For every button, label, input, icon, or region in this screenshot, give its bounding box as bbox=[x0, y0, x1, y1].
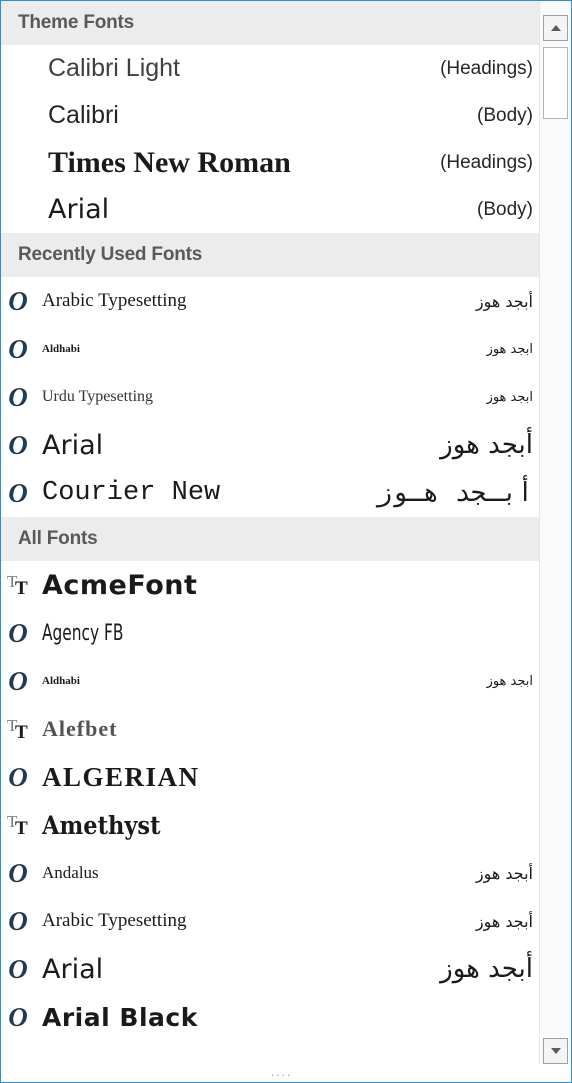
font-item-acmefont[interactable]: TT AcmeFont bbox=[1, 561, 539, 609]
font-role: (Headings) bbox=[440, 151, 533, 173]
font-name: Calibri Light bbox=[48, 54, 181, 82]
opentype-icon: O bbox=[8, 381, 28, 412]
theme-font-item-calibri[interactable]: Calibri (Body) bbox=[1, 92, 539, 139]
section-header-theme-fonts: Theme Fonts bbox=[1, 1, 539, 45]
opentype-icon: O bbox=[8, 953, 28, 984]
opentype-icon: O bbox=[8, 477, 28, 508]
opentype-icon: O bbox=[8, 857, 28, 888]
font-item-amethyst[interactable]: TT Amethyst bbox=[1, 801, 539, 849]
recent-font-item-aldhabi[interactable]: O Aldhabi ابجد هوز bbox=[1, 325, 539, 373]
font-role: (Body) bbox=[477, 198, 533, 220]
truetype-glyph-front: T bbox=[15, 818, 28, 839]
truetype-glyph-front: T bbox=[15, 578, 28, 599]
font-sample: أبجد هوز bbox=[475, 863, 533, 883]
font-list: Theme Fonts Calibri Light (Headings) Cal… bbox=[1, 1, 539, 1064]
recent-font-item-courier-new[interactable]: O Courier New أبـجد هـوز bbox=[1, 469, 539, 517]
font-name: Alefbet bbox=[42, 716, 118, 741]
arrow-down-icon bbox=[550, 1048, 561, 1054]
font-name: Amethyst bbox=[42, 810, 161, 840]
font-item-agency-fb[interactable]: O Agency FB bbox=[1, 609, 539, 657]
font-sample: ابجد هوز bbox=[486, 673, 533, 689]
font-sample: أبـجد هـوز bbox=[376, 478, 533, 509]
font-name: Agency FB bbox=[42, 620, 124, 646]
font-item-andalus[interactable]: O Andalus أبجد هوز bbox=[1, 849, 539, 897]
scroll-up-button[interactable] bbox=[543, 15, 568, 41]
font-role: (Body) bbox=[477, 104, 533, 126]
font-role: (Headings) bbox=[440, 57, 533, 79]
font-item-algerian[interactable]: O ALGERIAN bbox=[1, 753, 539, 801]
font-sample: ابجد هوز bbox=[486, 389, 533, 405]
font-name: Andalus bbox=[42, 863, 99, 882]
font-name: ALGERIAN bbox=[42, 761, 200, 792]
font-item-alefbet[interactable]: TT Alefbet bbox=[1, 705, 539, 753]
font-name: Arabic Typesetting bbox=[42, 910, 187, 931]
recent-font-item-arial[interactable]: O Arial أبجد هوز bbox=[1, 421, 539, 469]
font-item-arial-black[interactable]: O Arial Black bbox=[1, 993, 539, 1041]
font-name: AcmeFont bbox=[42, 569, 198, 601]
truetype-glyph-front: T bbox=[15, 722, 28, 743]
font-name: Arabic Typesetting bbox=[42, 290, 187, 311]
font-dropdown-panel: Theme Fonts Calibri Light (Headings) Cal… bbox=[0, 0, 572, 1083]
font-name: Arial bbox=[48, 194, 110, 225]
vertical-scrollbar[interactable] bbox=[539, 1, 571, 1064]
font-name: Calibri bbox=[48, 101, 119, 129]
resize-grip[interactable]: .... bbox=[271, 1066, 292, 1078]
truetype-icon: TT bbox=[7, 572, 29, 599]
font-sample: أبجد هوز bbox=[440, 954, 533, 984]
opentype-icon: O bbox=[8, 333, 28, 364]
font-item-aldhabi[interactable]: O Aldhabi ابجد هوز bbox=[1, 657, 539, 705]
scroll-down-button[interactable] bbox=[543, 1038, 568, 1064]
scroll-thumb[interactable] bbox=[543, 47, 568, 119]
font-name: Times New Roman bbox=[48, 145, 291, 179]
theme-font-item-arial[interactable]: Arial (Body) bbox=[1, 186, 539, 233]
opentype-icon: O bbox=[8, 617, 28, 648]
section-header-all-fonts: All Fonts bbox=[1, 517, 539, 561]
font-sample: أبجد هوز bbox=[475, 291, 533, 311]
font-item-arabic-typesetting[interactable]: O Arabic Typesetting أبجد هوز bbox=[1, 897, 539, 945]
font-name: Aldhabi bbox=[42, 675, 80, 687]
opentype-icon: O bbox=[8, 905, 28, 936]
recent-font-item-arabic-typesetting[interactable]: O Arabic Typesetting أبجد هوز bbox=[1, 277, 539, 325]
opentype-icon: O bbox=[8, 761, 28, 792]
opentype-icon: O bbox=[8, 1001, 28, 1032]
font-name: Urdu Typesetting bbox=[42, 388, 154, 405]
font-name: Arial bbox=[42, 429, 104, 461]
truetype-icon: TT bbox=[7, 812, 29, 839]
theme-font-item-calibri-light[interactable]: Calibri Light (Headings) bbox=[1, 45, 539, 92]
font-name: Arial Black bbox=[42, 1002, 198, 1032]
recent-font-item-urdu-typesetting[interactable]: O Urdu Typesetting ابجد هوز bbox=[1, 373, 539, 421]
theme-font-item-times-new-roman[interactable]: Times New Roman (Headings) bbox=[1, 139, 539, 186]
font-item-arial[interactable]: O Arial أبجد هوز bbox=[1, 945, 539, 993]
font-name: Aldhabi bbox=[42, 343, 80, 355]
font-name: Courier New bbox=[42, 478, 221, 508]
truetype-icon: TT bbox=[7, 716, 29, 743]
font-sample: ابجد هوز bbox=[486, 341, 533, 357]
font-name: Arial bbox=[42, 953, 104, 985]
opentype-icon: O bbox=[8, 285, 28, 316]
opentype-icon: O bbox=[8, 429, 28, 460]
font-sample: أبجد هوز bbox=[475, 911, 533, 931]
font-sample: أبجد هوز bbox=[440, 430, 533, 460]
arrow-up-icon bbox=[550, 25, 561, 31]
opentype-icon: O bbox=[8, 665, 28, 696]
section-header-recently-used-fonts: Recently Used Fonts bbox=[1, 233, 539, 277]
